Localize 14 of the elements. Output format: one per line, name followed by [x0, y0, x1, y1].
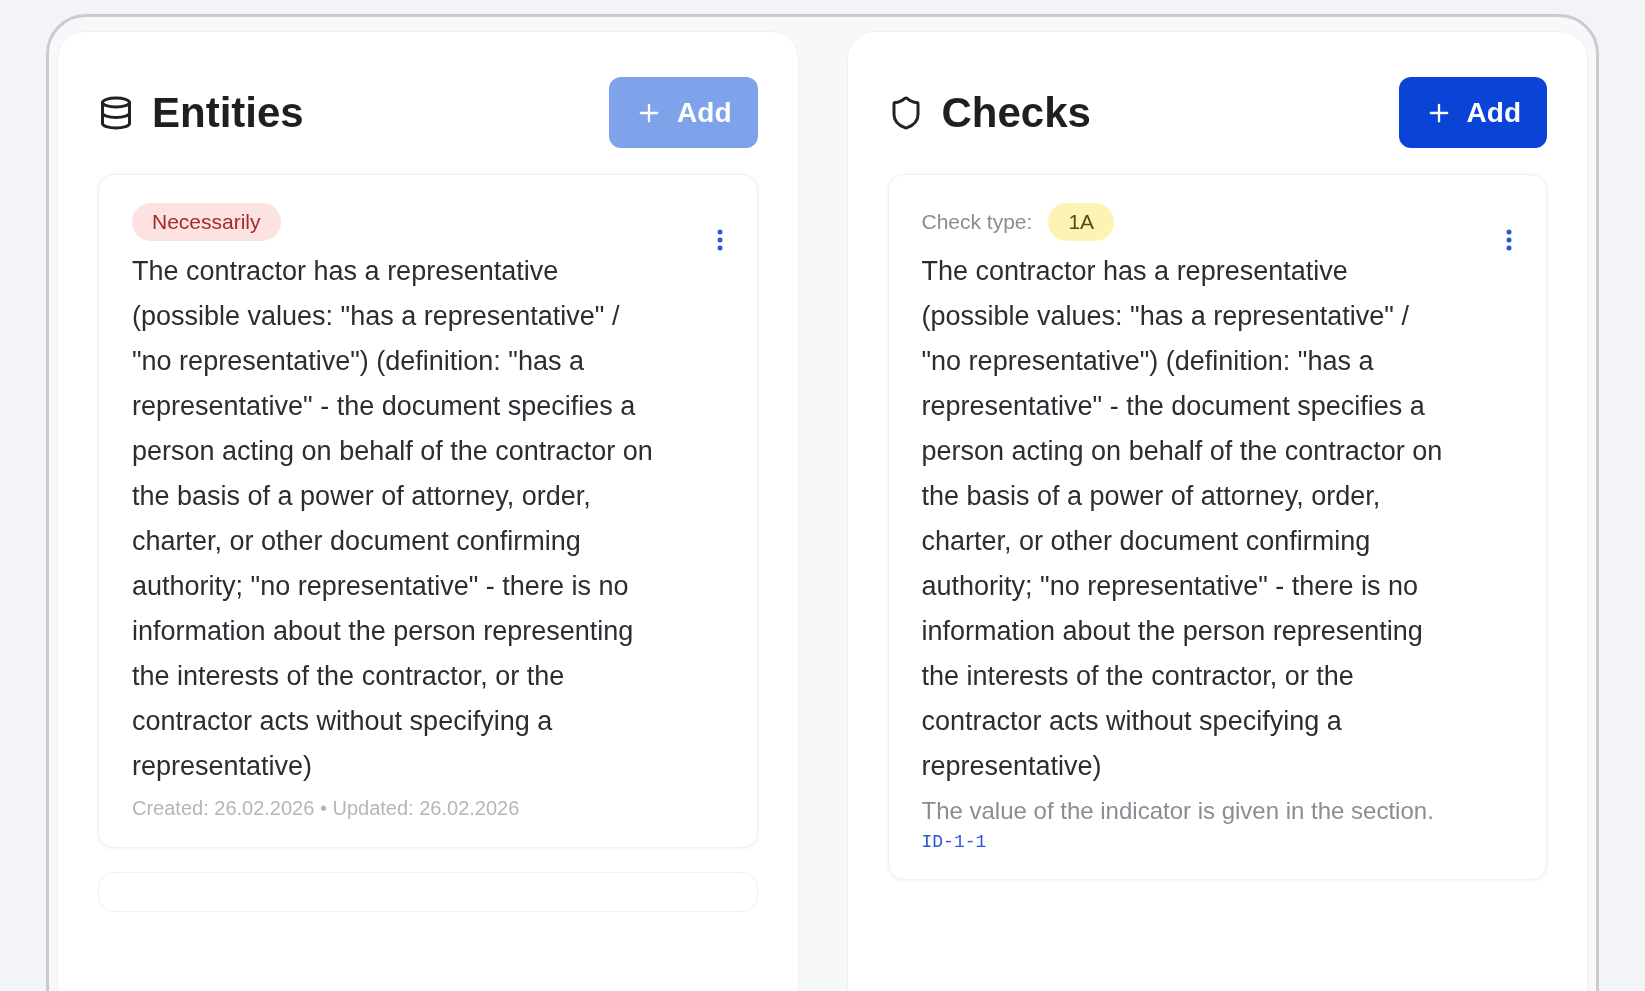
card-hint: The value of the indicator is given in the section. — [921, 796, 1435, 826]
more-options-icon — [1506, 229, 1512, 251]
card-description: The contractor has a representative (possible values: "has a representative" / "no representative") (definition: "has a representative" - the document specifies a person acting on behalf of the contractor on the basis of a power of attorney, order, charter, or other document confirming authority; "no representative" - there is no information about the person representing the interests of the contractor, or the contractor acts without specifying a representative) — [132, 255, 654, 783]
check-type-badge: 1A — [1048, 203, 1115, 241]
check-type-label: Check type: — [921, 209, 1033, 235]
card-dates: Created: 26.02.2026 • Updated: 26.02.2026 — [132, 796, 521, 821]
panel-title: Checks — [941, 87, 1091, 138]
more-options-icon — [716, 229, 723, 251]
database-icon — [98, 94, 134, 131]
card-id: ID-1-1 — [921, 831, 988, 854]
panel-title: Entities — [152, 87, 304, 138]
required-tag: Necessarily — [132, 203, 281, 241]
card-description: The contractor has a representative (possible values: "has a representative" / "no representative") (definition: "has a representative" - the document specifies a person acting on behalf of the contractor on the basis of a power of attorney, order, charter, or other document confirming authority; "no representative" - there is no information about the person representing the interests of the contractor, or the contractor acts without specifying a representative) — [921, 255, 1444, 783]
add-button[interactable]: Add — [1398, 77, 1547, 148]
